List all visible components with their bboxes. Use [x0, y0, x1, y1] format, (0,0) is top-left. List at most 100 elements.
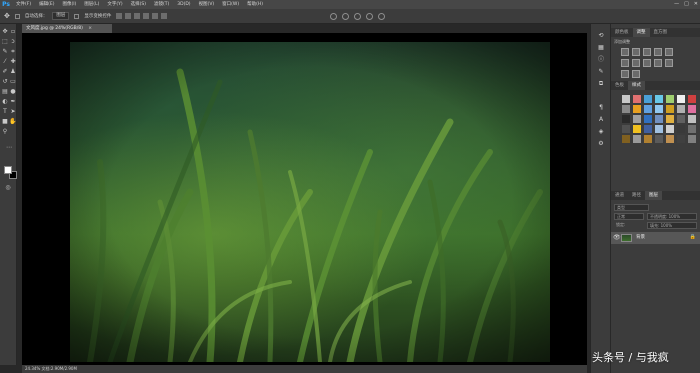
style-swatch[interactable]	[644, 115, 652, 123]
style-swatch[interactable]	[644, 125, 652, 133]
brightness-icon[interactable]	[621, 48, 629, 56]
style-swatch[interactable]	[622, 125, 630, 133]
menu-item[interactable]: 滤镜(T)	[150, 0, 173, 9]
visibility-eye-icon[interactable]: 👁	[613, 234, 621, 241]
panel-tab[interactable]: 路径	[628, 191, 645, 200]
style-swatch[interactable]	[655, 105, 663, 113]
channel-mixer-icon[interactable]	[665, 59, 673, 67]
style-swatch[interactable]	[622, 95, 630, 103]
pen-icon[interactable]: ✒	[9, 98, 17, 106]
curves-icon[interactable]	[643, 48, 651, 56]
panel-tab[interactable]: 直方图	[650, 28, 672, 37]
properties-panel-icon[interactable]: ▦	[597, 44, 605, 52]
paragraph-panel-icon[interactable]: ¶	[597, 104, 605, 112]
history-brush-icon[interactable]: ↺	[1, 78, 9, 86]
menu-item[interactable]: 文件(F)	[12, 0, 35, 9]
panel-tab[interactable]: 样式	[628, 81, 645, 90]
path-select-icon[interactable]: ➤	[9, 108, 17, 116]
invert-icon[interactable]	[632, 70, 640, 78]
style-swatch[interactable]	[677, 135, 685, 143]
3d-slide-icon[interactable]	[366, 12, 373, 20]
move-icon[interactable]: ✥	[1, 28, 9, 36]
menu-item[interactable]: 帮助(H)	[243, 0, 267, 9]
menu-item[interactable]: 视图(V)	[195, 0, 219, 9]
levels-icon[interactable]	[632, 48, 640, 56]
move-tool-icon[interactable]: ✥	[4, 12, 10, 20]
dodge-icon[interactable]: ◐	[1, 98, 9, 106]
fill-field[interactable]: 填充: 100%	[647, 222, 697, 229]
marquee-icon[interactable]: ⬚	[1, 38, 9, 46]
menu-item[interactable]: 窗口(W)	[218, 0, 243, 9]
style-swatch[interactable]	[633, 135, 641, 143]
canvas-area[interactable]	[22, 33, 587, 365]
quick-mask-icon[interactable]: ◎	[4, 184, 12, 192]
style-swatch[interactable]	[633, 95, 641, 103]
layer-kind-filter[interactable]: 类型	[614, 204, 649, 211]
style-swatch[interactable]	[622, 115, 630, 123]
style-swatch[interactable]	[677, 105, 685, 113]
style-swatch[interactable]	[688, 125, 696, 133]
style-swatch[interactable]	[655, 125, 663, 133]
quick-select-icon[interactable]: ✎	[1, 48, 9, 56]
menu-item[interactable]: 图层(L)	[80, 0, 103, 9]
photo-filter-icon[interactable]	[654, 59, 662, 67]
lasso-icon[interactable]: ↄ	[9, 38, 17, 46]
auto-select-checkbox[interactable]	[14, 13, 20, 19]
opacity-field[interactable]: 不透明度: 100%	[647, 213, 697, 220]
gradient-icon[interactable]: ▤	[1, 88, 9, 96]
color-balance-icon[interactable]	[632, 59, 640, 67]
align-middle-icon[interactable]	[125, 13, 132, 19]
style-swatch[interactable]	[666, 105, 674, 113]
style-swatch[interactable]	[688, 115, 696, 123]
more-tools-icon[interactable]: ⋯	[5, 144, 13, 152]
layer-row-background[interactable]: 👁 背景 🔒	[611, 232, 700, 244]
style-swatch[interactable]	[688, 95, 696, 103]
style-swatch[interactable]	[666, 115, 674, 123]
panel-tab[interactable]: 颜色板	[611, 28, 633, 37]
align-bottom-icon[interactable]	[134, 13, 141, 19]
style-swatch[interactable]	[644, 135, 652, 143]
style-swatch[interactable]	[677, 95, 685, 103]
brush-panel-icon[interactable]: ✎	[597, 68, 605, 76]
glyph-panel-icon[interactable]: ◈	[597, 128, 605, 136]
3d-scale-icon[interactable]	[378, 12, 385, 20]
show-transform-checkbox[interactable]	[74, 13, 80, 19]
color-lookup-icon[interactable]	[621, 70, 629, 78]
black-white-icon[interactable]	[643, 59, 651, 67]
style-swatch[interactable]	[666, 135, 674, 143]
foreground-color-swatch[interactable]	[4, 166, 12, 174]
type-icon[interactable]: T	[1, 108, 9, 116]
style-swatch[interactable]	[644, 105, 652, 113]
align-center-icon[interactable]	[152, 13, 159, 19]
blend-mode-dropdown[interactable]: 正常	[614, 213, 644, 220]
menu-item[interactable]: 图像(I)	[58, 0, 80, 9]
vibrance-icon[interactable]	[665, 48, 673, 56]
tool-presets-icon[interactable]: ⚙	[597, 140, 605, 148]
info-panel-icon[interactable]: ⓘ	[597, 56, 605, 64]
shape-icon[interactable]: ■	[1, 118, 9, 126]
style-swatch[interactable]	[688, 105, 696, 113]
style-swatch[interactable]	[677, 115, 685, 123]
menu-item[interactable]: 文字(Y)	[103, 0, 126, 9]
style-swatch[interactable]	[622, 105, 630, 113]
history-panel-icon[interactable]: ⟲	[597, 32, 605, 40]
maximize-button[interactable]: □	[684, 0, 689, 9]
eyedropper-icon[interactable]: ⁄	[1, 58, 9, 66]
style-swatch[interactable]	[633, 125, 641, 133]
style-swatch[interactable]	[633, 115, 641, 123]
align-right-icon[interactable]	[161, 13, 168, 19]
style-swatch[interactable]	[655, 95, 663, 103]
align-left-icon[interactable]	[143, 13, 150, 19]
3d-rotate-icon[interactable]	[330, 12, 337, 20]
3d-roll-icon[interactable]	[342, 12, 349, 20]
menu-item[interactable]: 选择(S)	[127, 0, 150, 9]
document-tab[interactable]: 文风度.jpg @ 24%(RGB/8) ×	[22, 24, 112, 33]
style-swatch[interactable]	[666, 125, 674, 133]
panel-tab[interactable]: 图层	[645, 191, 662, 200]
style-swatch[interactable]	[655, 135, 663, 143]
clone-stamp-icon[interactable]: ♟	[9, 68, 17, 76]
crop-icon[interactable]: ⌗	[9, 48, 17, 56]
artboard-icon[interactable]: ▫	[9, 28, 17, 36]
minimize-button[interactable]: —	[674, 0, 679, 9]
style-swatch[interactable]	[666, 95, 674, 103]
